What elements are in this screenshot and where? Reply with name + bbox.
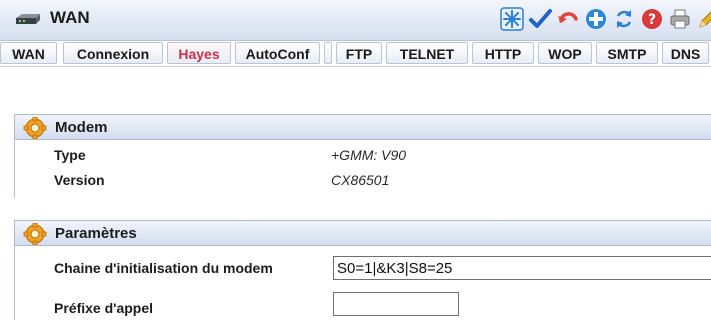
parametres-section-body: Chaine d'initialisation du modem Préfixe… <box>14 246 711 320</box>
version-value: CX86501 <box>331 172 390 188</box>
tab-http[interactable]: HTTP <box>472 42 534 64</box>
modem-section-body: Type +GMM: V90 Version CX86501 <box>14 140 711 198</box>
help-icon[interactable]: ? <box>640 7 664 31</box>
init-string-label: Chaine d'initialisation du modem <box>54 260 273 276</box>
print-icon[interactable] <box>668 7 692 31</box>
parametres-section-header: Paramètres <box>14 220 711 246</box>
parametres-section-title: Paramètres <box>55 225 137 242</box>
tab-autoconf[interactable]: AutoConf <box>235 42 320 64</box>
tab-wop[interactable]: WOP <box>538 42 592 64</box>
snowflake-icon[interactable] <box>500 7 524 31</box>
modem-section-title: Modem <box>55 119 108 136</box>
tab-connexion[interactable]: Connexion <box>63 42 163 64</box>
tab-smtp[interactable]: SMTP <box>596 42 658 64</box>
tab-bar: WAN Connexion Hayes AutoConf FTP TELNET … <box>0 42 711 66</box>
undo-icon[interactable] <box>556 7 580 31</box>
modem-section-header: Modem <box>14 114 711 140</box>
type-value: +GMM: V90 <box>331 147 407 163</box>
version-label: Version <box>54 172 105 188</box>
wan-config-page: WAN ? WAN Connexion Hayes AutoConf FTP T… <box>0 0 711 320</box>
window-title: WAN <box>50 8 90 27</box>
svg-text:?: ? <box>648 12 656 28</box>
tab-ftp[interactable]: FTP <box>336 42 382 64</box>
tab-dns[interactable]: DNS <box>662 42 709 64</box>
dial-prefix-label: Préfixe d'appel <box>54 300 154 316</box>
tab-wan[interactable]: WAN <box>0 42 57 64</box>
title-bar: WAN ? <box>0 0 711 41</box>
checkmark-icon[interactable] <box>528 7 552 31</box>
tab-empty[interactable] <box>324 42 332 64</box>
modem-icon <box>14 12 42 31</box>
plus-circle-icon[interactable] <box>584 7 608 31</box>
tab-telnet[interactable]: TELNET <box>386 42 468 64</box>
dial-prefix-input[interactable] <box>333 292 459 316</box>
pencil-icon[interactable] <box>696 7 711 31</box>
init-string-input[interactable] <box>333 256 711 280</box>
tabs-divider <box>0 66 711 67</box>
tab-hayes[interactable]: Hayes <box>167 42 231 64</box>
refresh-icon[interactable] <box>612 7 636 31</box>
type-label: Type <box>54 147 86 163</box>
